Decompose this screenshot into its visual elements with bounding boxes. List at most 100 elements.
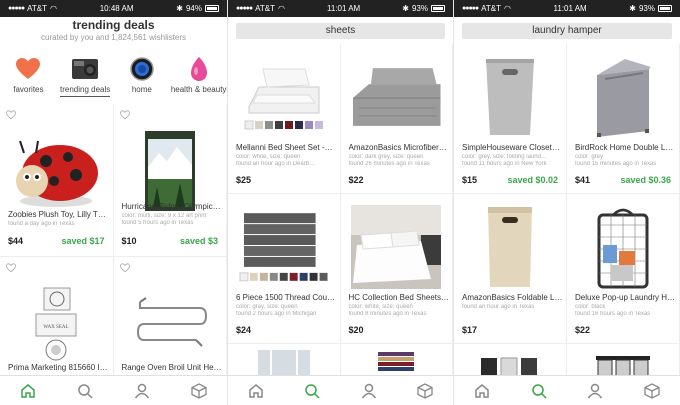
search-icon [305,383,320,399]
tab-home[interactable] [13,379,43,403]
heart-icon [15,56,41,82]
search-bar[interactable]: laundry hamper [462,23,672,39]
status-time: 10:48 AM [99,4,134,13]
product-title: AmazonBasics Microfiber… [348,143,447,152]
product-title: Hurricane Ridge, Olympic… [121,202,221,211]
product-grid: Mellanni Bed Sheet Set -… color: white, … [228,44,453,384]
status-bar: ●●●●● AT&T ◠ 11:01 AM ✱ 93% [454,0,680,17]
product-price: $15 [462,175,478,185]
product-meta: color: dark grey, size: queen [348,154,424,160]
battery-percent: 93% [411,4,428,13]
person-icon [361,383,376,398]
tab-packages[interactable] [184,379,214,403]
tab-profile[interactable] [354,379,384,403]
product-card[interactable]: SimpleHouseware Closet… color: grey, siz… [454,44,567,194]
status-bar: ●●●●● AT&T ◠ 11:01 AM ✱ 93% [228,0,453,17]
category-label: home [131,85,152,94]
tab-search[interactable] [524,379,554,403]
product-price: $25 [236,175,252,185]
tab-profile[interactable] [127,379,157,403]
category-trending-deals[interactable]: trending deals [58,56,112,100]
product-meta: color: white, size: queen [236,154,301,160]
product-meta: found 11 hours ago in New York [462,161,547,167]
product-meta: found an hour ago in Dearb… [236,161,316,167]
bottom-tab-bar [228,375,453,405]
product-title: Range Oven Broil Unit He… [121,363,222,372]
product-meta: found 15 minutes ago in Texas [575,161,657,167]
product-title: Mellanni Bed Sheet Set -… [236,143,333,152]
product-grid: SimpleHouseware Closet… color: grey, siz… [454,44,680,384]
product-price: $22 [575,325,591,335]
category-home[interactable]: home [115,56,169,100]
product-card[interactable]: Hurricane Ridge, Olympic… color: multi, … [113,104,227,257]
product-title: Deluxe Pop-up Laundry H… [575,293,675,302]
category-health-beauty[interactable]: health & beauty [170,56,227,100]
product-price: $17 [462,325,478,335]
product-card[interactable]: 6 Piece 1500 Thread Cou… color: gray, si… [228,194,341,344]
makeup-sponge-icon [186,56,212,82]
tab-packages[interactable] [637,379,667,403]
product-price: $24 [236,325,252,335]
search-icon [532,383,547,399]
bluetooth-icon: ✱ [629,4,636,13]
signal-icon: ●●●●● [236,5,253,12]
search-bar[interactable]: sheets [236,23,445,39]
product-image-folded-sheets [349,348,445,378]
product-savings: saved $0.02 [507,175,558,185]
product-card[interactable]: HC Collection Bed Sheets… color: white, … [340,194,453,344]
product-card[interactable]: AmazonBasics Microfiber… color: dark gre… [340,44,453,194]
product-meta: found a day ago in Texas [8,221,75,227]
product-price: $41 [575,175,591,185]
carrier-label: AT&T [27,4,47,13]
signal-icon: ●●●●● [8,5,25,12]
product-image-double-hamper [575,52,671,142]
heart-icon[interactable] [6,263,16,273]
category-favorites[interactable]: favorites [1,56,55,100]
tab-packages[interactable] [410,379,440,403]
heart-icon[interactable] [119,263,130,273]
product-savings: saved $3 [179,236,218,246]
box-icon [417,382,433,399]
category-row: favorites trending deals home health & b… [0,56,227,100]
product-image-grey-hamper [462,52,558,142]
carrier-label: AT&T [255,4,275,13]
category-label: health & beauty [170,85,227,94]
gopro-icon [72,56,99,82]
heart-icon[interactable] [119,110,130,120]
product-card[interactable]: Zoobies Plush Toy, Lilly T… found a day … [0,104,114,257]
battery-icon [657,5,672,12]
product-meta: color: grey, size: folding laund… [462,154,547,160]
category-label: favorites [13,85,44,94]
product-card[interactable]: BirdRock Home Double L… color: grey foun… [567,44,680,194]
product-savings: saved $17 [61,236,105,246]
screen-trending-deals: ●●●●● AT&T ◠ 10:48 AM ✱ 94% trending deals … [0,0,227,405]
person-icon [588,383,603,398]
tab-home[interactable] [241,379,271,403]
tab-search[interactable] [297,379,327,403]
carrier-label: AT&T [481,4,501,13]
product-meta: found 26 minutes ago in Texas [348,161,430,167]
product-meta: color: black [575,304,606,310]
heart-icon[interactable] [6,110,16,120]
wifi-icon: ◠ [50,4,57,13]
page-title: trending deals [72,18,155,32]
screen-search-sheets: ●●●●● AT&T ◠ 11:01 AM ✱ 93% sheets Mellanni… [227,0,453,405]
product-image-bedroom [349,202,445,292]
tab-home[interactable] [467,379,497,403]
product-card[interactable]: Mellanni Bed Sheet Set -… color: white, … [228,44,341,194]
product-image-beige-hamper [462,202,558,292]
box-icon [190,382,207,399]
product-card[interactable]: Deluxe Pop-up Laundry H… color: black fo… [567,194,680,344]
product-meta: found 5 hours ago in Texas [121,220,194,226]
battery-percent: 94% [185,4,202,13]
svg-text:WAX SEAL: WAX SEAL [44,325,69,330]
tab-profile[interactable] [580,379,610,403]
product-image-grey-sheets [349,52,445,142]
product-card[interactable]: AmazonBasics Foldable L… found an hour a… [454,194,567,344]
product-price: $44 [8,236,24,246]
product-image-mesh-hamper [575,202,671,292]
house-icon [21,383,36,398]
product-price: $22 [348,175,364,185]
product-meta: color: gray, size: queen [236,304,298,310]
tab-search[interactable] [70,379,100,403]
